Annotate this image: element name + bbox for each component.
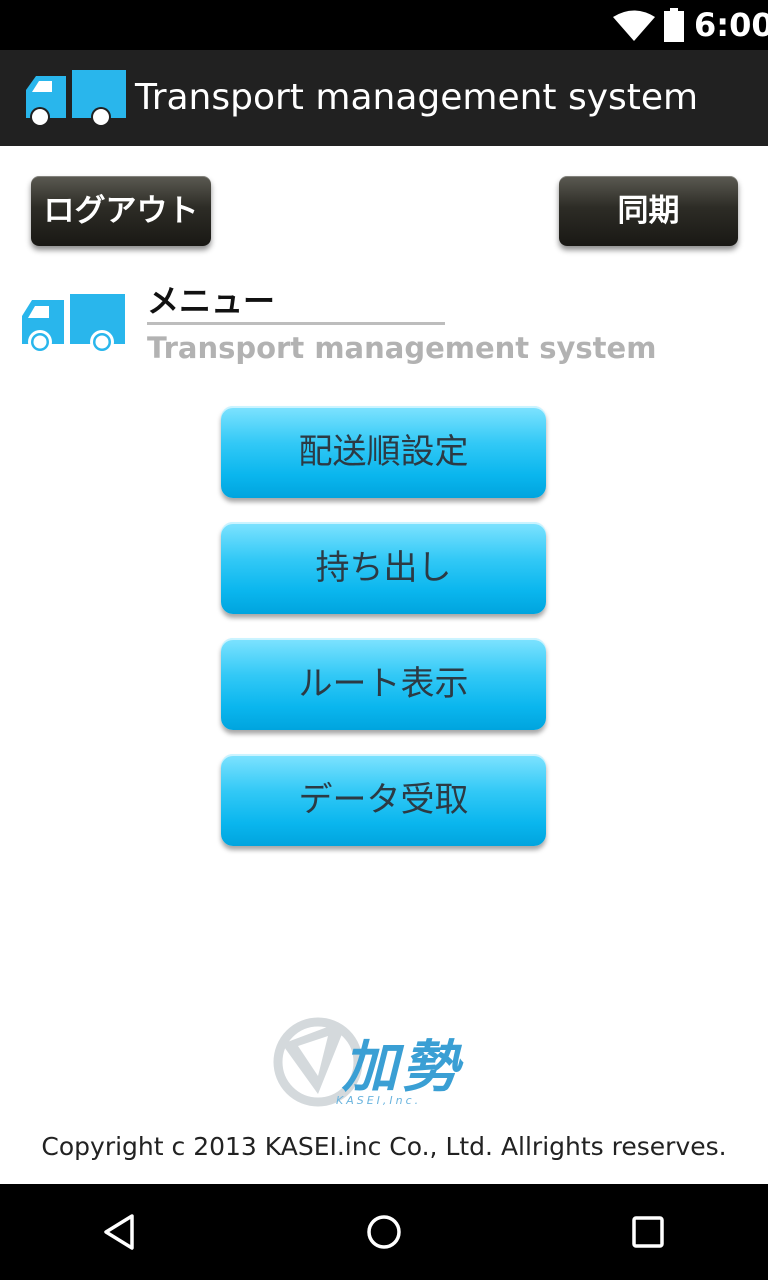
wifi-icon [613, 10, 655, 41]
navigation-bar [0, 1184, 768, 1280]
battery-icon [664, 8, 684, 42]
app-title: Transport management system [135, 77, 699, 118]
page-subtitle: Transport management system [147, 331, 657, 365]
company-logo-text: 加勢 [341, 1035, 464, 1100]
delivery-order-button[interactable]: 配送順設定 [221, 406, 546, 498]
title-underline [147, 322, 445, 325]
take-out-button[interactable]: 持ち出し [221, 522, 546, 614]
truck-logo-icon [22, 294, 125, 354]
copyright-text: Copyright c 2013 KASEI.inc Co., Ltd. All… [41, 1132, 727, 1161]
status-time: 6:00 [694, 6, 768, 44]
logout-button[interactable]: ログアウト [31, 176, 211, 246]
company-logo-subtext: KASEI,Inc. [336, 1094, 421, 1107]
home-icon[interactable] [360, 1208, 408, 1256]
company-logo: 加勢 KASEI,Inc. [273, 1017, 464, 1107]
sync-button[interactable]: 同期 [559, 176, 738, 246]
truck-icon [26, 70, 126, 127]
recents-icon[interactable] [624, 1208, 672, 1256]
data-receive-button[interactable]: データ受取 [221, 754, 546, 846]
app-bar: Transport management system [0, 50, 768, 146]
back-icon[interactable] [96, 1208, 144, 1256]
screen: 6:00 Transport management system ログアウト 同… [0, 0, 768, 1280]
route-display-button[interactable]: ルート表示 [221, 638, 546, 730]
page-title: メニュー [147, 282, 276, 320]
status-bar: 6:00 [0, 0, 768, 50]
